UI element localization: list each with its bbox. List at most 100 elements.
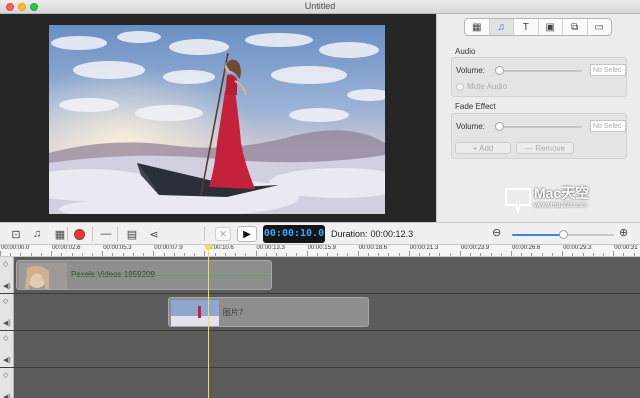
ruler-tick: [51, 251, 53, 256]
fade-add-button[interactable]: + Add: [455, 142, 511, 154]
ruler-tick: [602, 253, 604, 256]
watermark-title: Mac天空: [534, 185, 590, 201]
ruler-tick-label: 00:00:13.3: [256, 245, 285, 251]
ruler-tick: [562, 251, 564, 256]
tab-text[interactable]: T: [514, 19, 539, 35]
ruler-tick-label: 00:00:23.9: [460, 245, 490, 251]
shapes-icon: ⧉: [571, 21, 579, 33]
share-icon[interactable]: ⋖: [146, 226, 162, 242]
grid-icon[interactable]: ▤: [124, 226, 140, 242]
track-header: ◇ ◀): [0, 368, 14, 398]
tab-film[interactable]: ▦: [465, 19, 490, 35]
ruler-tick: [306, 251, 308, 256]
film-icon: ▦: [472, 21, 482, 33]
ruler-tick: [20, 253, 22, 256]
track-expand-icon[interactable]: ◇: [3, 334, 8, 342]
zoom-out-icon[interactable]: ⊖: [492, 226, 501, 239]
toolbar-divider: [92, 227, 93, 241]
fade-volume-input[interactable]: No Selec: [590, 120, 626, 132]
music-icon[interactable]: ♫: [29, 226, 45, 242]
mute-audio-checkbox[interactable]: [456, 83, 464, 91]
current-timecode: 00:00:10.0: [263, 225, 325, 243]
ruler-tick: [214, 253, 216, 256]
toolbar-divider: [117, 227, 118, 241]
screenshot-icon[interactable]: ⊡: [8, 226, 24, 242]
ruler-tick: [183, 253, 185, 256]
music-note-icon: ♫: [497, 21, 506, 33]
toolbar-divider: [204, 227, 205, 241]
split-button[interactable]: ✕: [215, 227, 231, 241]
zoom-slider-knob[interactable]: [559, 230, 568, 239]
video-clip[interactable]: Pexels Videos 1959209: [16, 260, 272, 290]
track-expand-icon[interactable]: ◇: [3, 260, 8, 268]
ruler-tick: [235, 253, 237, 256]
ruler-tick: [480, 253, 482, 256]
text-icon: T: [522, 21, 529, 33]
inspector-tab-bar: ▦ ♫ T ▣ ⧉ ▭: [464, 18, 612, 36]
track-expand-icon[interactable]: ◇: [3, 297, 8, 305]
ruler-tick: [143, 253, 145, 256]
ruler-tick: [194, 253, 196, 256]
tab-folder[interactable]: ▭: [588, 19, 612, 35]
ruler-tick: [623, 253, 625, 256]
fade-remove-button[interactable]: — Remove: [516, 142, 574, 154]
clip-thumbnail: [19, 263, 67, 289]
dash-icon[interactable]: —: [98, 226, 114, 242]
tab-filter[interactable]: ▣: [539, 19, 563, 35]
window-title: Untitled: [304, 1, 336, 11]
audio-volume-knob[interactable]: [495, 66, 504, 75]
zoom-slider-fill: [512, 234, 563, 236]
duration-display: Duration: 00:00:12.3: [331, 229, 413, 239]
ruler-tick: [81, 253, 83, 256]
ruler-tick: [163, 253, 165, 256]
app-window: Untitled ▦ ♫ T ▣ ⧉ ▭ Audio Volume: No Se…: [0, 0, 640, 398]
audio-volume-slider[interactable]: [495, 66, 582, 75]
tab-music-note[interactable]: ♫: [489, 19, 514, 35]
zoom-in-icon[interactable]: ⊕: [619, 226, 628, 239]
fade-volume-slider[interactable]: [495, 122, 582, 131]
time-ruler[interactable]: 00:00:00.0 00:00:02.6 00:00:05.3 00:00:07.9…: [0, 245, 640, 257]
timeline-track[interactable]: ◇ ◀): [0, 331, 640, 368]
record-icon[interactable]: [74, 229, 85, 240]
ruler-tick-label: 00:00:00.0: [1, 245, 30, 251]
image-clip[interactable]: 图片7: [167, 297, 370, 327]
timeline-track[interactable]: ◇ ◀) Pexels Videos 1959209: [0, 257, 640, 294]
ruler-tick: [521, 253, 523, 256]
video-preview: [0, 14, 436, 222]
ruler-tick-label: 00:00:15.9: [307, 245, 336, 251]
clip-label: 图片7: [222, 308, 244, 317]
track-volume-icon[interactable]: ◀): [3, 319, 11, 327]
film-strip-icon[interactable]: ▦: [52, 226, 68, 242]
fade-volume-knob[interactable]: [495, 122, 504, 131]
watermark-url: www.mac69.com: [534, 202, 587, 209]
ruler-tick-label: 00:00:07.9: [154, 245, 183, 251]
ruler-tick: [398, 253, 400, 256]
zoom-slider[interactable]: [512, 230, 614, 239]
ruler-tick: [582, 253, 584, 256]
ruler-tick: [500, 253, 502, 256]
ruler-tick: [613, 251, 615, 256]
track-volume-icon[interactable]: ◀): [3, 393, 11, 398]
duration-value: 00:00:12.3: [370, 229, 414, 239]
ruler-tick: [633, 253, 635, 256]
ruler-tick: [490, 253, 492, 256]
audio-volume-input[interactable]: No Selec: [590, 64, 626, 76]
ruler-tick: [0, 251, 1, 256]
track-volume-icon[interactable]: ◀): [3, 282, 11, 290]
tab-shapes[interactable]: ⧉: [563, 19, 588, 35]
ruler-tick: [132, 253, 134, 256]
track-volume-icon[interactable]: ◀): [3, 356, 11, 364]
ruler-tick: [10, 253, 12, 256]
timeline-tracks: ◇ ◀) Pexels Videos 1959209 ◇ ◀) 图片7 ◇ ◀) ◇ ◀): [0, 257, 640, 398]
ruler-tick: [408, 251, 410, 256]
timeline-track[interactable]: ◇ ◀): [0, 368, 640, 398]
toolbar-divider: [67, 227, 68, 241]
ruler-tick: [388, 253, 390, 256]
ruler-tick: [112, 253, 114, 256]
ruler-tick: [511, 251, 512, 256]
timeline-track[interactable]: ◇ ◀) 图片7: [0, 294, 640, 331]
ruler-tick: [153, 251, 155, 256]
track-expand-icon[interactable]: ◇: [3, 371, 8, 379]
play-button[interactable]: ▶: [237, 226, 257, 242]
playhead-line[interactable]: [208, 250, 209, 398]
